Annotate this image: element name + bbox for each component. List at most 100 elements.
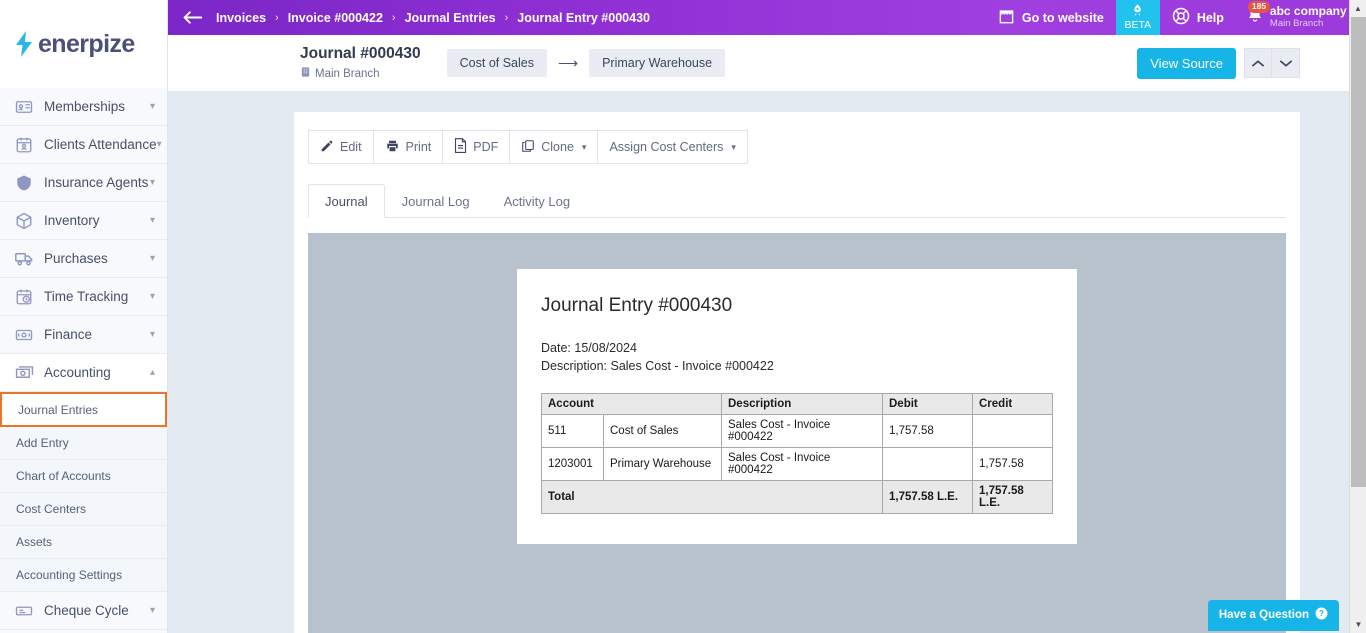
edit-button[interactable]: Edit [308,130,374,164]
id-card-icon [14,97,34,117]
breadcrumb-item-invoices[interactable]: Invoices [216,11,266,25]
box-icon [14,211,34,231]
record-stepper [1244,48,1300,78]
sidebar-item-label: Purchases [44,251,108,266]
cell-credit [972,414,1053,449]
tab-journal-log[interactable]: Journal Log [385,184,487,218]
page-scrollbar[interactable]: ▲ ▼ [1349,0,1366,633]
sidebar-item-chart-of-accounts[interactable]: Chart of Accounts [0,460,167,493]
sidebar-item-time-tracking[interactable]: Time Tracking ▾ [0,278,167,316]
sidebar-item-journal-entries[interactable]: Journal Entries [0,392,167,427]
help-button[interactable]: Help [1160,0,1236,35]
breadcrumb-item-invoice[interactable]: Invoice #000422 [288,11,383,25]
flow-pills: Cost of Sales ⟶ Primary Warehouse [446,49,726,77]
print-label: Print [405,140,432,154]
sidebar-item-insurance-agents[interactable]: Insurance Agents ▾ [0,164,167,202]
sidebar-item-clients-attendance[interactable]: Clients Attendance ▾ [0,126,167,164]
sidebar-subitem-label: Accounting Settings [16,568,123,582]
document-meta: Date: 15/08/2024 Description: Sales Cost… [541,339,1053,375]
assign-cost-centers-button[interactable]: Assign Cost Centers ▾ [598,130,748,164]
sidebar-item-cheque-cycle[interactable]: Cheque Cycle ▾ [0,592,167,630]
notifications-button[interactable]: 185 [1236,0,1271,35]
cell-total-label: Total [541,480,883,515]
top-navigation-bar: Invoices › Invoice #000422 › Journal Ent… [168,0,1366,35]
previous-record-button[interactable] [1244,48,1272,78]
document-title: Journal Entry #000430 [541,295,733,316]
sidebar-item-cost-centers[interactable]: Cost Centers [0,493,167,526]
clone-label: Clone [541,140,574,154]
sidebar-item-inventory[interactable]: Inventory ▾ [0,202,167,240]
scrollbar-thumb[interactable] [1351,17,1366,487]
caret-down-icon: ▾ [731,141,736,152]
sidebar-item-label: Time Tracking [44,289,129,304]
help-label: Help [1196,10,1224,25]
date-value: 15/08/2024 [574,341,637,355]
pencil-icon [320,139,334,156]
breadcrumb-item-journal-entry[interactable]: Journal Entry #000430 [517,11,650,25]
sidebar-item-assets[interactable]: Assets [0,526,167,559]
money-icon [14,325,34,345]
shield-icon [14,173,34,193]
sidebar-subitem-label: Chart of Accounts [16,469,111,483]
chevron-down-icon: ▾ [156,139,162,150]
cell-total-debit: 1,757.58 L.E. [882,480,973,515]
cell-account-name: Cost of Sales [603,414,722,449]
table-header-row: Account Description Debit Credit [541,393,1053,416]
cash-icon [14,363,34,383]
beta-badge[interactable]: BETA [1115,0,1160,35]
sidebar-item-accounting[interactable]: Accounting ▴ [0,354,167,392]
chevron-down-icon: ▾ [149,177,155,188]
collapse-left-icon[interactable] [168,10,216,25]
sidebar-subitem-label: Assets [16,535,53,549]
tab-activity-log[interactable]: Activity Log [487,184,587,218]
clone-button[interactable]: Clone ▾ [510,130,599,164]
sidebar-item-memberships[interactable]: Memberships ▾ [0,88,167,126]
chevron-down-icon: ▾ [149,253,155,264]
view-source-button[interactable]: View Source [1137,47,1236,79]
cell-description: Sales Cost - Invoice #000422 [721,414,883,449]
go-to-website-label: Go to website [1021,10,1104,25]
sidebar-item-label: Memberships [44,99,126,114]
chat-widget-label: Have a Question [1218,609,1309,621]
breadcrumb-separator: › [504,11,509,24]
chat-widget-button[interactable]: Have a Question ? [1207,600,1339,631]
main-content: Edit Print PDF Clone ▾ Assign Cost Cente… [168,92,1366,633]
date-label: Date: [541,341,571,355]
go-to-website-button[interactable]: Go to website [986,0,1116,35]
brand-logo[interactable]: enerpize [0,0,167,88]
cell-account-code: 511 [541,414,604,449]
sidebar-item-finance[interactable]: Finance ▾ [0,316,167,354]
account-name: abc company ▾ [1270,4,1356,19]
next-record-button[interactable] [1272,48,1300,78]
sidebar-item-label: Insurance Agents [44,175,149,190]
table-total-row: Total 1,757.58 L.E. 1,757.58 L.E. [541,480,1053,515]
arrow-right-icon: ⟶ [557,54,579,71]
chevron-up-icon [1252,59,1264,66]
scroll-up-arrow-icon[interactable]: ▲ [1350,0,1366,17]
chevron-down-icon: ▾ [149,101,155,112]
cheque-icon [14,601,34,621]
page-branch: Main Branch [300,66,421,81]
sidebar-item-add-entry[interactable]: Add Entry [0,427,167,460]
table-foot: Total 1,757.58 L.E. 1,757.58 L.E. [541,480,1053,515]
table-body: 511 Cost of Sales Sales Cost - Invoice #… [541,414,1053,482]
tab-journal[interactable]: Journal [308,184,385,218]
journal-document: Journal Entry #000430 Date: 15/08/2024 D… [517,269,1077,545]
sidebar-item-accounting-settings[interactable]: Accounting Settings [0,559,167,592]
column-header-credit: Credit [972,393,1053,416]
pdf-label: PDF [473,140,499,154]
lifebuoy-icon [1172,7,1190,28]
scroll-down-arrow-icon[interactable]: ▼ [1350,616,1366,633]
breadcrumb-item-journal-entries[interactable]: Journal Entries [405,11,496,25]
page-title: Journal #000430 [300,45,421,62]
content-area: Invoices › Invoice #000422 › Journal Ent… [168,0,1366,633]
cell-debit [882,447,973,482]
cell-debit: 1,757.58 [882,414,973,449]
sidebar-item-purchases[interactable]: Purchases ▾ [0,240,167,278]
pdf-button[interactable]: PDF [443,130,511,164]
caret-down-icon: ▾ [581,141,587,152]
clock-calendar-icon [14,287,34,307]
sidebar-item-label: Accounting [44,365,111,380]
print-button[interactable]: Print [373,130,444,164]
sidebar-item-label: Finance [44,327,93,342]
